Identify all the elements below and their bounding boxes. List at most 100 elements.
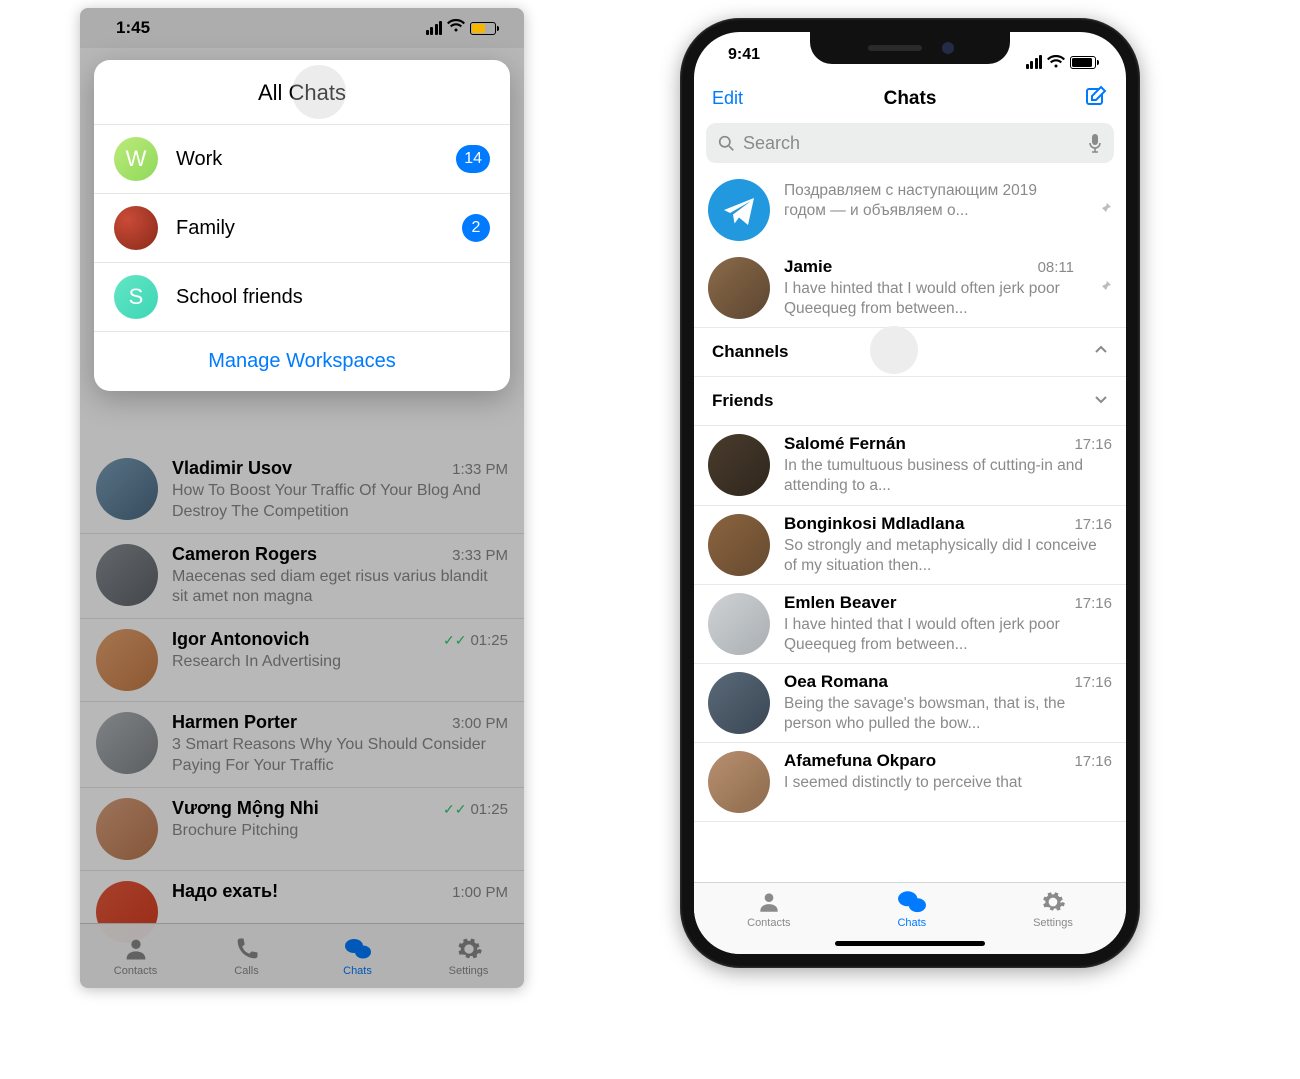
edit-button[interactable]: Edit [712, 88, 743, 109]
chat-time: 17:16 [1074, 753, 1112, 770]
device-notch [810, 32, 1010, 64]
battery-icon [470, 22, 496, 35]
cellular-icon [1026, 55, 1043, 69]
tab-settings[interactable]: Settings [413, 924, 524, 988]
home-indicator[interactable] [835, 941, 985, 946]
chat-row[interactable]: Поздравляем с наступающим 2019 годом — и… [694, 171, 1126, 249]
chat-name: Cameron Rogers [172, 544, 317, 565]
chat-name: Vương Mộng Nhi [172, 798, 319, 819]
tab-label: Chats [343, 965, 372, 977]
unread-badge: 14 [456, 145, 490, 173]
tab-label: Contacts [747, 917, 790, 929]
dropdown-title-row[interactable]: All Chats [94, 60, 510, 125]
chat-time: 17:16 [1074, 674, 1112, 691]
left-phone-mockup: 1:45 Vladimir Usov 1:33 PM How To Boost … [80, 8, 524, 988]
workspace-row[interactable]: W Work 14 [94, 125, 510, 194]
status-time: 9:41 [728, 46, 760, 78]
avatar [708, 672, 770, 734]
chat-time: 3:33 PM [452, 547, 508, 564]
status-bar: 1:45 [80, 8, 524, 48]
tap-indicator [292, 65, 346, 119]
section-title: Channels [712, 342, 789, 362]
chat-preview: In the tumultuous business of cutting-in… [784, 456, 1112, 496]
avatar [96, 798, 158, 860]
tab-chats[interactable]: Chats [302, 924, 413, 988]
chat-preview: I have hinted that I would often jerk po… [784, 615, 1112, 655]
chat-name: Afamefuna Okparo [784, 751, 936, 771]
chat-preview: Research In Advertising [172, 652, 508, 673]
status-time: 1:45 [116, 18, 150, 38]
tap-indicator [870, 326, 918, 374]
manage-workspaces-button[interactable]: Manage Workspaces [94, 332, 510, 391]
chat-row[interactable]: Harmen Porter 3:00 PM 3 Smart Reasons Wh… [80, 702, 524, 788]
status-icons [1026, 46, 1097, 78]
avatar [708, 434, 770, 496]
chat-row[interactable]: Vladimir Usov 1:33 PM How To Boost Your … [80, 448, 524, 534]
avatar [96, 629, 158, 691]
workspace-row[interactable]: S School friends [94, 263, 510, 332]
search-input[interactable]: Search [706, 123, 1114, 163]
chat-preview: Maecenas sed diam eget risus varius blan… [172, 567, 508, 609]
chat-preview: So strongly and metaphysically did I con… [784, 536, 1112, 576]
avatar [708, 179, 770, 241]
cellular-icon [426, 21, 443, 35]
chat-preview: I seemed distinctly to perceive that [784, 773, 1112, 793]
avatar [96, 458, 158, 520]
read-check-icon: ✓✓ [443, 801, 466, 817]
chat-row[interactable]: Igor Antonovich ✓✓01:25 Research In Adve… [80, 619, 524, 702]
chat-name: Salomé Fernán [784, 434, 906, 454]
workspace-avatar [114, 206, 158, 250]
workspace-avatar: S [114, 275, 158, 319]
chat-row[interactable]: Salomé Fernán 17:16 In the tumultuous bus… [694, 426, 1126, 505]
chevron-down-icon [1094, 392, 1108, 411]
chat-preview: I have hinted that I would often jerk po… [784, 279, 1074, 319]
section-friends[interactable]: Friends [694, 377, 1126, 426]
avatar [708, 593, 770, 655]
battery-icon [1070, 56, 1096, 69]
chat-name: Jamie [784, 257, 832, 277]
chat-row[interactable]: Emlen Beaver17:16 I have hinted that I w… [694, 585, 1126, 664]
tab-calls[interactable]: Calls [191, 924, 302, 988]
section-title: Friends [712, 391, 773, 411]
tab-label: Settings [1033, 917, 1073, 929]
tab-contacts[interactable]: Contacts [747, 889, 790, 954]
tab-label: Chats [897, 917, 926, 929]
pin-icon [1096, 200, 1112, 221]
compose-button[interactable] [1084, 84, 1108, 113]
section-channels[interactable]: Channels [694, 328, 1126, 377]
nav-bar: Edit Chats [694, 78, 1126, 123]
avatar [96, 544, 158, 606]
mic-icon[interactable] [1088, 133, 1102, 153]
chat-row[interactable]: Cameron Rogers 3:33 PM Maecenas sed diam… [80, 534, 524, 620]
chat-row[interactable]: Oea Romana17:16 Being the savage's bowsm… [694, 664, 1126, 743]
read-check-icon: ✓✓ [443, 632, 466, 648]
wifi-icon [1047, 55, 1065, 69]
chat-row[interactable]: Jamie 08:11 I have hinted that I would of… [694, 249, 1126, 328]
chat-time: 1:33 PM [452, 461, 508, 478]
chat-name: Надо ехать! [172, 881, 278, 902]
chat-time: 08:11 [1038, 259, 1074, 276]
chevron-up-icon [1094, 343, 1108, 362]
chat-row[interactable]: Afamefuna Okparo 17:16 I seemed distinctl… [694, 743, 1126, 822]
wifi-icon [447, 19, 465, 37]
chat-name: Igor Antonovich [172, 629, 309, 650]
tab-bar: Contacts Calls Chats Settings [80, 923, 524, 988]
chat-list[interactable]: Поздравляем с наступающим 2019 годом — и… [694, 171, 1126, 882]
chat-row[interactable]: Vương Mộng Nhi ✓✓01:25 Brochure Pitching [80, 788, 524, 871]
avatar [708, 257, 770, 319]
chat-name: Oea Romana [784, 672, 888, 692]
tab-settings[interactable]: Settings [1033, 889, 1073, 954]
pin-icon [1096, 278, 1112, 299]
chat-time: 17:16 [1074, 436, 1112, 453]
tab-label: Calls [234, 965, 258, 977]
chat-time: 17:16 [1074, 595, 1112, 612]
chat-row[interactable]: Bonginkosi Mdladlana 17:16 So strongly an… [694, 506, 1126, 585]
right-phone-frame: 9:41 Edit Chats Search [680, 18, 1140, 968]
workspace-label: School friends [176, 286, 490, 309]
tab-contacts[interactable]: Contacts [80, 924, 191, 988]
avatar [708, 751, 770, 813]
chat-time: 17:16 [1074, 516, 1112, 533]
workspace-row[interactable]: Family 2 [94, 194, 510, 263]
chat-name: Bonginkosi Mdladlana [784, 514, 964, 534]
workspace-label: Work [176, 148, 438, 171]
